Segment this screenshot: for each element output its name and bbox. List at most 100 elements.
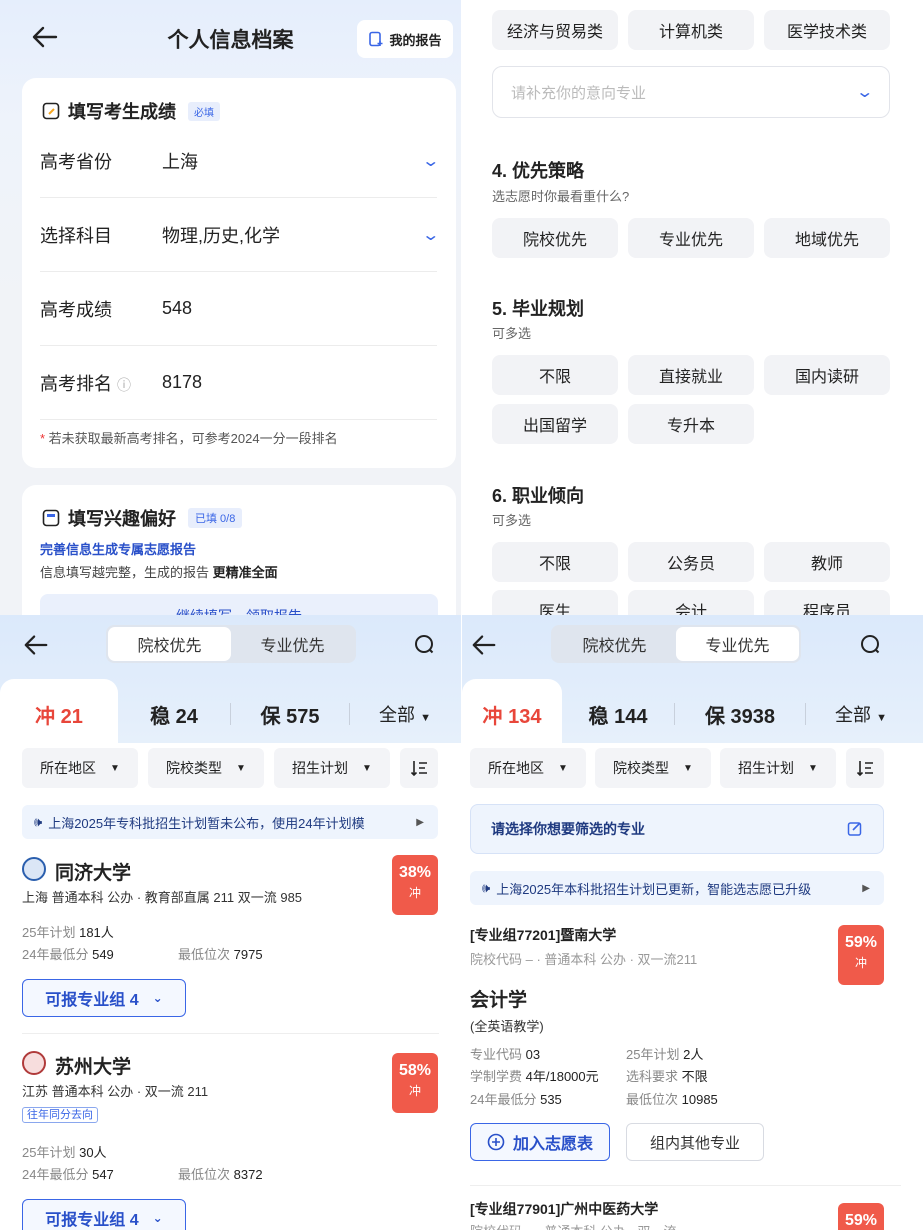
career-chip[interactable]: 教师 bbox=[764, 542, 890, 582]
rank-label-wrap: 高考排名 ⓘ bbox=[40, 370, 162, 396]
score-row[interactable]: 高考成绩 548 bbox=[40, 272, 437, 346]
notice-bar[interactable]: 🕪 上海2025年专科批招生计划暂未公布，使用24年计划模 ▶ bbox=[22, 805, 438, 839]
sort-button[interactable] bbox=[400, 748, 438, 788]
type-filter[interactable]: 院校类型 ▼ bbox=[148, 748, 264, 788]
min-value: 535 bbox=[540, 1092, 562, 1107]
doc-icon bbox=[42, 509, 60, 527]
strategy-chip[interactable]: 专业优先 bbox=[628, 218, 754, 258]
admit-prob-badge: 58% 冲 bbox=[392, 1053, 438, 1113]
major-group-meta: 院校代码 – · 普通本科 公办 · 双一流 bbox=[470, 1221, 677, 1230]
back-arrow-icon[interactable] bbox=[22, 631, 50, 664]
rank-row[interactable]: 高考排名 ⓘ 8178 bbox=[40, 346, 437, 420]
bao-label: 保 bbox=[260, 705, 281, 728]
rank-note: * 若未获取最新高考排名，可参考2024一分一段排名 bbox=[40, 428, 338, 447]
tab-bao[interactable]: 保 575 bbox=[231, 700, 349, 729]
search-icon[interactable] bbox=[413, 633, 437, 662]
school-name[interactable]: 苏州大学 bbox=[55, 1052, 131, 1079]
career-chip[interactable]: 公务员 bbox=[628, 542, 754, 582]
strategy-chip[interactable]: 地域优先 bbox=[764, 218, 890, 258]
tab-wen[interactable]: 稳 24 bbox=[118, 700, 230, 729]
back-arrow-icon[interactable] bbox=[470, 631, 498, 664]
major-name[interactable]: 会计学 bbox=[470, 985, 527, 1012]
plan-filter[interactable]: 招生计划 ▼ bbox=[274, 748, 390, 788]
min-label: 24年最低分 bbox=[470, 1092, 537, 1107]
chevron-down-icon[interactable]: ⌄ bbox=[421, 225, 440, 245]
career-chip[interactable]: 程序员 bbox=[764, 590, 890, 615]
major-filter-box[interactable]: 请选择你想要筛选的专业 bbox=[470, 804, 884, 854]
career-chip[interactable]: 医生 bbox=[492, 590, 618, 615]
interest-title: 填写兴趣偏好 bbox=[68, 509, 176, 529]
all-label: 全部 bbox=[835, 705, 872, 725]
plan-value: 181人 bbox=[79, 925, 114, 940]
tab-bao[interactable]: 保 3938 bbox=[675, 700, 805, 729]
plan-label: 25年计划 bbox=[626, 1047, 680, 1062]
sort-button[interactable] bbox=[846, 748, 884, 788]
interest-link[interactable]: 完善信息生成专属志愿报告 bbox=[40, 539, 196, 558]
min-label: 24年最低分 bbox=[22, 1167, 89, 1182]
plan-chip[interactable]: 不限 bbox=[492, 355, 618, 395]
plan-chip[interactable]: 专升本 bbox=[628, 404, 754, 444]
history-tag[interactable]: 往年同分去向 bbox=[22, 1105, 98, 1123]
tab-school-priority[interactable]: 院校优先 bbox=[108, 627, 231, 661]
continue-button[interactable]: 继续填写，领取报告 bbox=[40, 594, 438, 615]
tab-major-priority[interactable]: 专业优先 bbox=[231, 627, 354, 661]
region-filter[interactable]: 所在地区 ▼ bbox=[470, 748, 586, 788]
plan-chip[interactable]: 直接就业 bbox=[628, 355, 754, 395]
tab-chong[interactable]: 冲 21 bbox=[0, 700, 118, 729]
plan-chip[interactable]: 出国留学 bbox=[492, 404, 618, 444]
school-name[interactable]: 同济大学 bbox=[55, 858, 131, 885]
notice-bar[interactable]: 🕪 上海2025年本科批招生计划已更新，智能选志愿已升级 ▶ bbox=[470, 871, 884, 905]
interest-desc: 信息填写越完整，生成的报告 更精准全面 bbox=[40, 562, 278, 581]
school-priority-panel: 院校优先 专业优先 冲 21 稳 24 保 575 全部 ▼ 所在地区 ▼ 院校类… bbox=[0, 615, 461, 1230]
other-majors-label: 组内其他专业 bbox=[649, 1134, 740, 1152]
major-groups-button[interactable]: 可报专业组 4 ⌄ bbox=[22, 979, 186, 1017]
chong-count: 134 bbox=[508, 705, 542, 728]
chevron-down-icon[interactable]: ⌄ bbox=[421, 151, 440, 171]
major-input[interactable]: 请补充你的意向专业 ⌄ bbox=[492, 66, 890, 118]
region-filter[interactable]: 所在地区 ▼ bbox=[22, 748, 138, 788]
score-value[interactable]: 548 bbox=[162, 298, 437, 319]
major-group-title[interactable]: [专业组77901]广州中医药大学 bbox=[470, 1199, 658, 1219]
edit-icon bbox=[847, 822, 862, 836]
other-majors-button[interactable]: 组内其他专业 bbox=[626, 1123, 764, 1161]
plan-filter[interactable]: 招生计划 ▼ bbox=[720, 748, 836, 788]
add-to-list-button[interactable]: 加入志愿表 bbox=[470, 1123, 610, 1161]
rank-label: 最低位次 bbox=[626, 1092, 679, 1107]
subjects-row[interactable]: 选择科目 物理,历史,化学 ⌄ bbox=[40, 198, 440, 272]
major-chip[interactable]: 计算机类 bbox=[628, 10, 754, 50]
major-chip[interactable]: 经济与贸易类 bbox=[492, 10, 618, 50]
code-value: 03 bbox=[525, 1047, 541, 1062]
career-title: 6. 职业倾向 bbox=[492, 486, 585, 506]
plan-chip[interactable]: 国内读研 bbox=[764, 355, 890, 395]
min-line: 24年最低分 549 bbox=[22, 944, 114, 963]
major-chip[interactable]: 医学技术类 bbox=[764, 10, 890, 50]
tab-school-priority[interactable]: 院校优先 bbox=[553, 627, 676, 661]
tab-wen[interactable]: 稳 144 bbox=[562, 700, 674, 729]
major-group-title[interactable]: [专业组77201]暨南大学 bbox=[470, 925, 616, 945]
filter-label: 招生计划 bbox=[292, 760, 349, 776]
chevron-down-icon[interactable]: ⌄ bbox=[855, 82, 874, 102]
all-dropdown[interactable]: 全部 ▼ bbox=[806, 701, 916, 727]
career-chip[interactable]: 会计 bbox=[628, 590, 754, 615]
strategy-chip[interactable]: 院校优先 bbox=[492, 218, 618, 258]
type-filter[interactable]: 院校类型 ▼ bbox=[595, 748, 711, 788]
my-report-button[interactable]: 我的报告 bbox=[357, 20, 453, 58]
info-icon[interactable]: ⓘ bbox=[117, 377, 131, 393]
all-dropdown[interactable]: 全部 ▼ bbox=[350, 701, 460, 727]
tab-chong[interactable]: 冲 134 bbox=[462, 700, 562, 729]
min-line: 24年最低分 535 bbox=[470, 1089, 562, 1108]
caret-down-icon: ▼ bbox=[683, 762, 693, 774]
continue-label: 继续填写，领取报告 bbox=[176, 606, 302, 615]
score-card-header: 填写考生成绩 必填 bbox=[42, 98, 220, 124]
rank-value[interactable]: 8178 bbox=[162, 372, 437, 393]
search-icon[interactable] bbox=[859, 633, 883, 662]
caret-down-icon: ▼ bbox=[236, 762, 246, 774]
province-row[interactable]: 高考省份 上海 ⌄ bbox=[40, 124, 440, 198]
major-groups-button[interactable]: 可报专业组 4 ⌄ bbox=[22, 1199, 186, 1230]
rank-line: 最低位次 10985 bbox=[626, 1089, 718, 1108]
major-note: (全英语教学) bbox=[470, 1019, 544, 1034]
stats-bar: 冲 134 稳 144 保 3938 全部 ▼ bbox=[462, 683, 923, 745]
notice-text: 上海2025年本科批招生计划已更新，智能选志愿已升级 bbox=[496, 881, 812, 897]
career-chip[interactable]: 不限 bbox=[492, 542, 618, 582]
tab-major-priority[interactable]: 专业优先 bbox=[676, 627, 799, 661]
